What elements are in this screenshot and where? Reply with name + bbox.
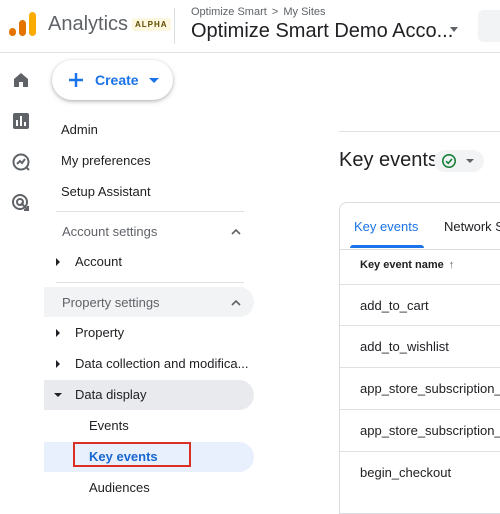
active-tab-indicator <box>350 245 424 248</box>
nav-admin[interactable]: Admin <box>61 122 98 137</box>
nav-data-display-label: Data display <box>75 387 147 402</box>
left-rail <box>0 53 42 500</box>
collapse-icon[interactable] <box>54 393 62 397</box>
tab-bar: Key events Network S <box>340 203 500 250</box>
nav-account-label: Account <box>75 254 122 269</box>
sort-ascending-icon[interactable]: ↑ <box>449 259 455 271</box>
create-dropdown-icon[interactable] <box>149 78 159 83</box>
breadcrumb-separator: > <box>271 6 279 18</box>
create-label: Create <box>95 72 139 88</box>
explore-icon[interactable] <box>10 151 32 173</box>
table-row[interactable]: begin_checkout <box>340 451 500 493</box>
nav-data-collection[interactable]: Data collection and modifica... <box>44 349 254 379</box>
reports-icon[interactable] <box>10 110 32 132</box>
alpha-badge: ALPHA <box>132 18 171 31</box>
event-name-cell: add_to_cart <box>360 298 429 313</box>
app-title: Analytics <box>48 13 129 35</box>
expand-icon[interactable] <box>56 360 60 368</box>
account-settings-label: Account settings <box>62 224 158 239</box>
event-name-cell: app_store_subscription_re <box>360 423 500 438</box>
search-box[interactable] <box>478 10 500 42</box>
nav-events-label: Events <box>89 418 129 433</box>
table-row[interactable]: add_to_cart <box>340 284 500 326</box>
breadcrumb-sites[interactable]: My Sites <box>283 6 325 18</box>
account-dropdown-icon[interactable] <box>450 27 458 32</box>
chevron-up-icon[interactable] <box>230 297 242 309</box>
nav-account[interactable]: Account <box>44 247 254 277</box>
chevron-up-icon[interactable] <box>230 226 242 238</box>
nav-divider <box>56 282 244 283</box>
home-icon[interactable] <box>10 69 32 91</box>
nav-setup-assistant[interactable]: Setup Assistant <box>61 184 151 199</box>
top-bar: Analytics ALPHA Optimize Smart > My Site… <box>0 0 500 53</box>
property-settings-section[interactable]: Property settings <box>44 287 254 317</box>
status-dropdown[interactable] <box>434 150 484 172</box>
property-settings-label: Property settings <box>62 295 160 310</box>
analytics-logo-icon[interactable] <box>8 12 38 38</box>
plus-icon <box>69 73 83 87</box>
nav-audiences[interactable]: Audiences <box>44 473 254 503</box>
tab-key-events[interactable]: Key events <box>354 219 418 234</box>
table-row[interactable]: add_to_wishlist <box>340 325 500 367</box>
check-circle-icon <box>442 154 456 168</box>
column-header-key-event-name[interactable]: Key event name ↑ <box>360 259 454 271</box>
breadcrumb[interactable]: Optimize Smart > My Sites <box>191 6 326 18</box>
chevron-down-icon <box>466 159 474 163</box>
expand-icon[interactable] <box>56 258 60 266</box>
advertising-icon[interactable] <box>10 192 32 214</box>
table-row[interactable]: app_store_subscription_c <box>340 367 500 409</box>
nav-property-label: Property <box>75 325 125 340</box>
content-divider <box>339 131 500 132</box>
key-events-table-card: Key events Network S Key event name ↑ add… <box>339 202 500 514</box>
table-row[interactable]: app_store_subscription_re <box>340 409 500 451</box>
event-name-cell: begin_checkout <box>360 465 452 480</box>
nav-audiences-label: Audiences <box>89 480 150 495</box>
create-button[interactable]: Create <box>52 60 173 100</box>
tab-network-settings[interactable]: Network S <box>444 219 500 234</box>
breadcrumb-org[interactable]: Optimize Smart <box>191 6 267 18</box>
column-header-label: Key event name <box>360 259 444 271</box>
event-name-cell: app_store_subscription_c <box>360 381 500 396</box>
nav-data-collection-label: Data collection and modifica... <box>75 356 249 371</box>
header-divider <box>174 8 175 44</box>
page-title: Key events <box>339 149 438 171</box>
event-name-cell: add_to_wishlist <box>360 339 449 354</box>
expand-icon[interactable] <box>56 329 60 337</box>
nav-events[interactable]: Events <box>44 411 254 441</box>
nav-my-preferences[interactable]: My preferences <box>61 153 151 168</box>
selection-highlight-box <box>73 442 191 467</box>
nav-property[interactable]: Property <box>44 318 254 348</box>
nav-divider <box>56 211 244 212</box>
account-settings-section[interactable]: Account settings <box>44 216 254 246</box>
account-selector[interactable]: Optimize Smart Demo Acco... <box>191 20 453 43</box>
nav-data-display[interactable]: Data display <box>44 380 254 410</box>
